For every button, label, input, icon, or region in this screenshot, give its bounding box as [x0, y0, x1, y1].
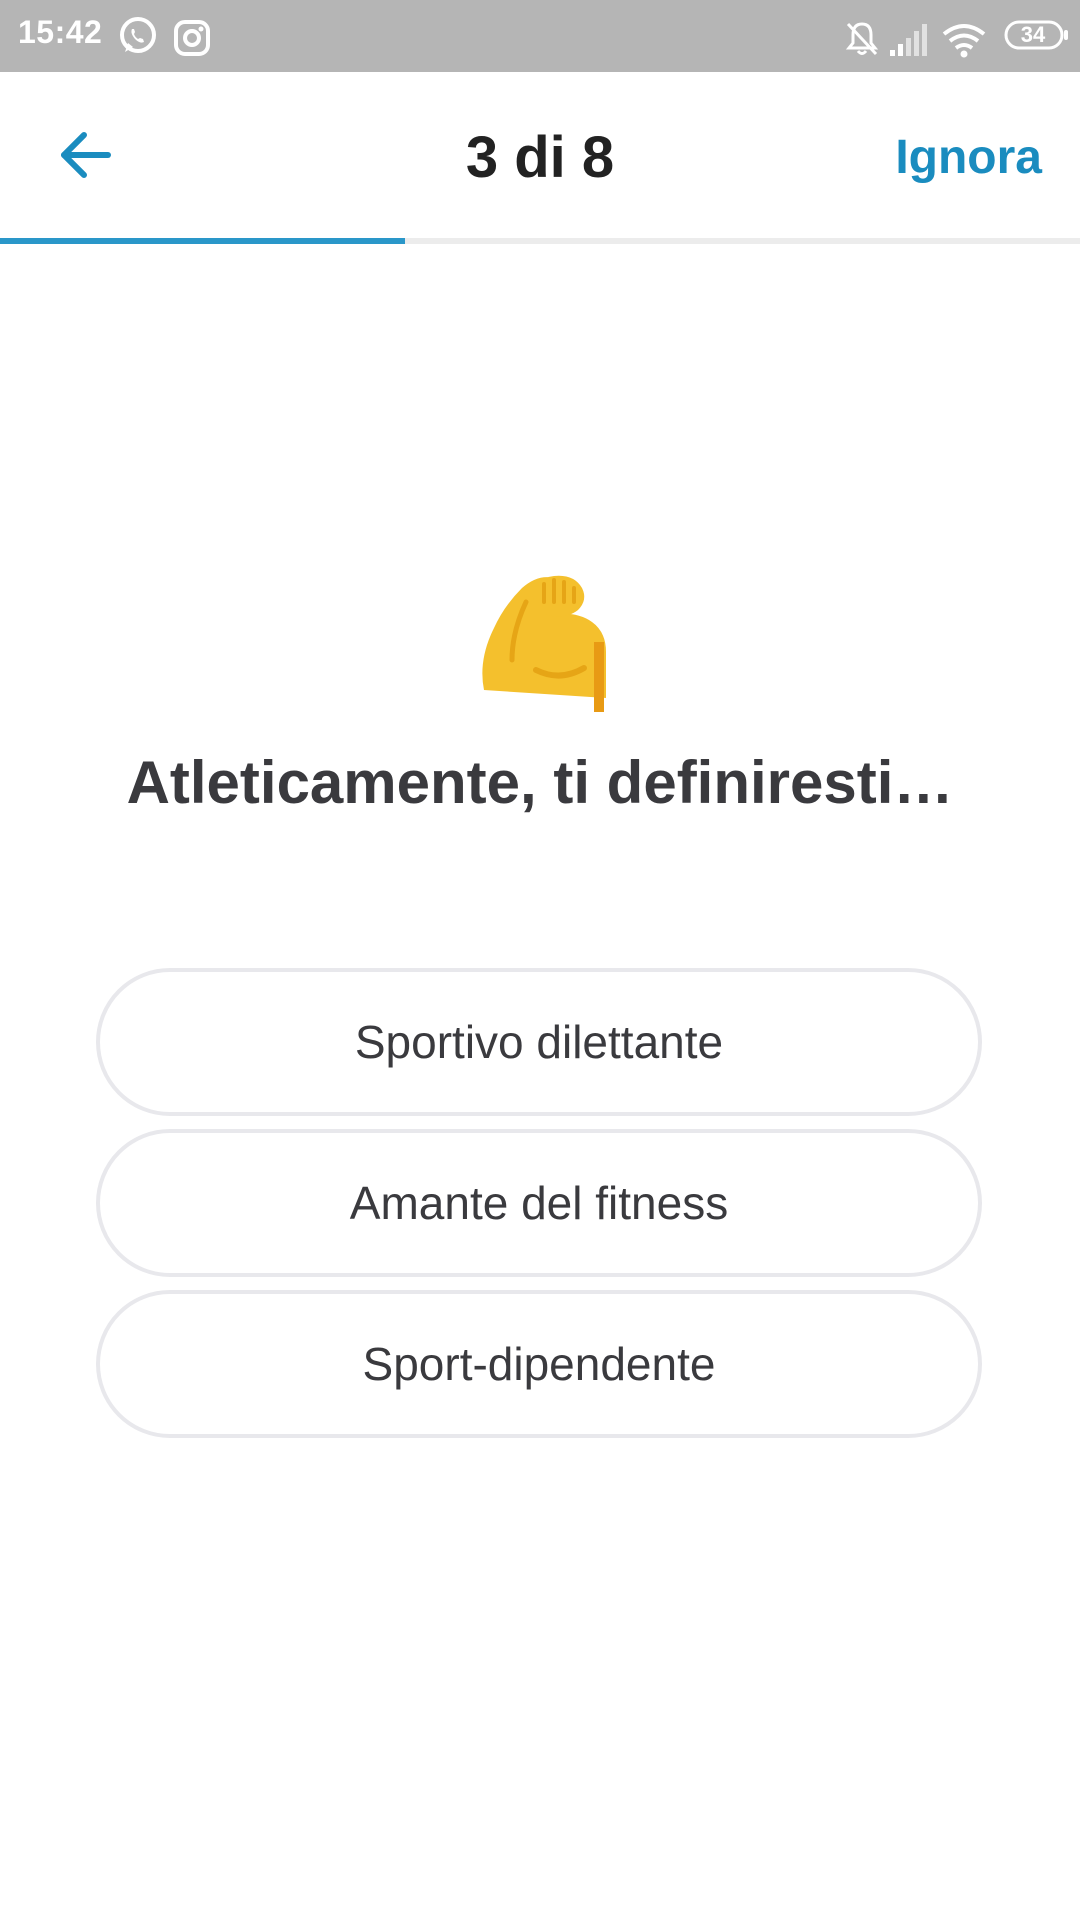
whatsapp-icon — [120, 17, 156, 53]
back-button[interactable] — [40, 110, 130, 200]
answer-options: Sportivo dilettante Amante del fitness S… — [96, 968, 984, 1451]
wifi-icon — [942, 24, 986, 58]
arrow-left-icon — [61, 132, 111, 178]
battery-icon: 34 — [1004, 20, 1068, 50]
status-bar: 15:42 34 — [0, 0, 1080, 72]
skip-button[interactable]: Ignora — [895, 130, 1042, 185]
progress-bar-fill — [0, 238, 405, 244]
status-time: 15:42 — [18, 14, 103, 50]
instagram-icon — [174, 20, 210, 56]
option-button[interactable]: Sport-dipendente — [96, 1290, 982, 1438]
onboarding-screen: 15:42 34 3 di 8 Ignora Atleticamente, ti… — [0, 0, 1080, 1920]
signal-icon — [890, 24, 927, 56]
battery-level: 34 — [1020, 22, 1046, 47]
bell-off-icon — [845, 22, 879, 56]
page-counter: 3 di 8 — [465, 125, 615, 190]
question-title: Atleticamente, ti definiresti… — [126, 749, 954, 816]
option-button[interactable]: Sportivo dilettante — [96, 968, 982, 1116]
option-button[interactable]: Amante del fitness — [96, 1129, 982, 1277]
progress-bar — [0, 238, 1080, 244]
flexed-biceps-icon — [482, 575, 606, 712]
top-bar: 3 di 8 Ignora — [0, 72, 1080, 240]
